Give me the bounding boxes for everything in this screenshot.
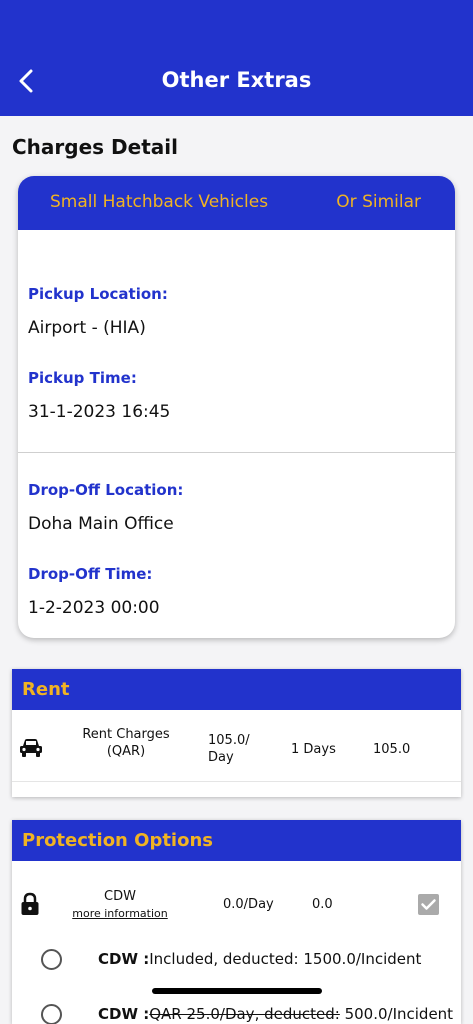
rent-section: Rent Rent Charges (QAR) 105.0/ Day 1 Day… — [12, 669, 461, 797]
check-icon — [421, 899, 436, 910]
dropoff-time-value: 1-2-2023 00:00 — [28, 598, 160, 618]
cdw-rate: 0.0/Day — [223, 897, 274, 912]
option-1-bold: CDW : — [98, 950, 150, 968]
more-information-link[interactable]: more information — [70, 907, 170, 920]
lock-icon — [21, 892, 39, 915]
cdw-total: 0.0 — [312, 897, 333, 912]
rent-charges-label-line1: Rent Charges — [82, 727, 170, 742]
vehicle-name: Small Hatchback Vehicles — [50, 192, 269, 212]
rent-rate-line2: Day — [208, 750, 234, 765]
rent-days: 1 Days — [291, 742, 336, 757]
radio-option-1[interactable] — [41, 949, 62, 970]
rent-row: Rent Charges (QAR) 105.0/ Day 1 Days 105… — [12, 710, 461, 782]
booking-details-card: Small Hatchback Vehicles Or Similar Pick… — [18, 176, 455, 638]
radio-option-2[interactable] — [41, 1004, 62, 1024]
rent-rate: 105.0/ Day — [208, 732, 268, 766]
charges-detail-title: Charges Detail — [12, 135, 178, 159]
dropoff-time-label: Drop-Off Time: — [28, 565, 153, 583]
option-1-detail: Included, deducted: 1500.0/Incident — [149, 950, 422, 968]
rent-header: Rent — [12, 669, 461, 710]
redaction-bar — [152, 988, 322, 994]
rent-charges-label-line2: (QAR) — [106, 744, 146, 759]
protection-option-2[interactable]: CDW :QAR 25.0/Day, deducted: 500.0/Incid… — [12, 1000, 461, 1024]
vehicle-similar: Or Similar — [336, 192, 421, 212]
protection-header: Protection Options — [12, 820, 461, 861]
pickup-location-value: Airport - (HIA) — [28, 318, 146, 338]
rent-charges-label: Rent Charges (QAR) — [78, 726, 174, 760]
option-2-detail: 500.0/Incident — [339, 1005, 454, 1023]
rent-rate-line1: 105.0/ — [208, 733, 250, 748]
option-2-text: CDW :QAR 25.0/Day, deducted: 500.0/Incid… — [98, 1005, 453, 1023]
cdw-checkbox[interactable] — [418, 894, 439, 915]
protection-option-1[interactable]: CDW :Included, deducted: 1500.0/Incident — [12, 945, 461, 975]
option-2-strike: QAR 25.0/Day, deducted: — [149, 1005, 340, 1023]
pickup-location-label: Pickup Location: — [28, 285, 168, 303]
pickup-time-label: Pickup Time: — [28, 369, 137, 387]
app-bar: Other Extras — [0, 0, 473, 116]
option-2-bold: CDW : — [98, 1005, 150, 1023]
cdw-name: CDW — [104, 889, 136, 904]
protection-section: Protection Options CDW more information … — [12, 820, 461, 1024]
rent-total: 105.0 — [373, 742, 411, 757]
car-icon — [20, 739, 42, 757]
vehicle-header: Small Hatchback Vehicles Or Similar — [18, 176, 455, 230]
dropoff-location-value: Doha Main Office — [28, 514, 174, 534]
rent-header-title: Rent — [22, 679, 70, 700]
dropoff-location-label: Drop-Off Location: — [28, 481, 184, 499]
page-title: Other Extras — [161, 68, 312, 92]
pickup-time-value: 31-1-2023 16:45 — [28, 402, 171, 422]
option-1-text: CDW :Included, deducted: 1500.0/Incident — [98, 950, 421, 968]
card-divider — [18, 452, 455, 453]
protection-header-title: Protection Options — [22, 830, 213, 851]
